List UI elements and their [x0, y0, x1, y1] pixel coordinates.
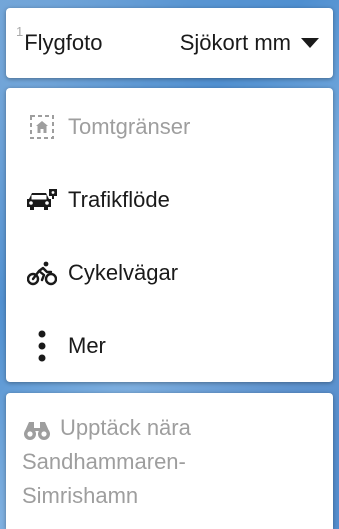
map-type-nautical-label: Sjökort mm [179, 30, 291, 55]
layer-item-label: Tomtgränser [68, 113, 191, 139]
traffic-car-icon [26, 184, 58, 216]
layer-item-label: Trafikflöde [68, 186, 170, 212]
caret-down-icon [301, 38, 319, 48]
layer-item-bike-paths[interactable]: Cykelvägar [6, 236, 333, 309]
property-boundary-icon [26, 111, 58, 143]
more-vertical-icon [26, 330, 58, 362]
layer-item-traffic[interactable]: Trafikflöde [6, 163, 333, 236]
nearby-title-line1: Upptäck nära [60, 415, 191, 440]
map-type-aerial-label: Flygfoto [24, 30, 103, 55]
bicycle-icon [26, 257, 58, 289]
nearby-title-line2: Sandhammaren- [22, 449, 186, 474]
layer-item-property-boundaries[interactable]: Tomtgränser [6, 90, 333, 163]
layer-item-more[interactable]: Mer [6, 309, 333, 382]
map-type-bar: 1 Flygfoto Sjökort mm [6, 8, 333, 78]
nearby-discover-card[interactable]: Upptäck nära Sandhammaren- Simrishamn [6, 393, 333, 529]
nearby-title-line3: Simrishamn [22, 483, 139, 508]
binoculars-icon [22, 417, 52, 440]
map-type-index: 1 [16, 24, 24, 39]
layer-item-label: Cykelvägar [68, 259, 179, 285]
layers-menu: Tomtgränser Trafikflöde Cykelvägar Mer [6, 88, 333, 382]
map-type-primary[interactable]: 1 Flygfoto [16, 24, 103, 56]
map-type-dropdown[interactable]: Sjökort mm [180, 30, 319, 56]
layer-item-label: Mer [68, 332, 106, 358]
